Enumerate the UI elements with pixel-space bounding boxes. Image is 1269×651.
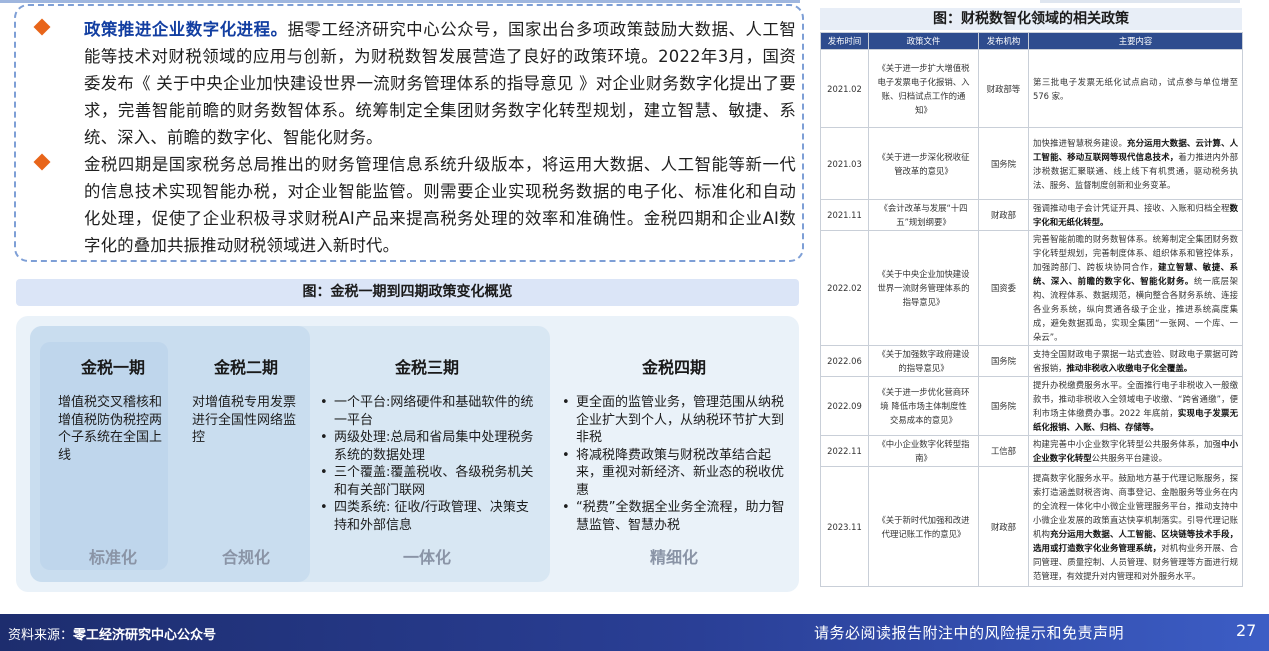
policy-table: 发布时间 政策文件 发布机构 主要内容 2021.02 《关于进一步扩大增值税电子… xyxy=(820,32,1243,587)
cell-document: 《关于进一步深化税收征管改革的意见》 xyxy=(868,127,979,200)
phase-list: 更全面的监管业务，管理范围从纳税企业扩大到个人，从纳税环节扩大到非税 将减税降费… xyxy=(562,394,786,534)
source-value: 零工经济研究中心公众号 xyxy=(73,628,217,643)
cell-document: 《关于新时代加强和改进代理记账工作的意见》 xyxy=(868,466,979,587)
diagram-title: 图：金税一期到四期政策变化概览 xyxy=(16,279,799,306)
page-number: 27 xyxy=(1236,621,1257,640)
cell-document: 《中小企业数字化转型指南》 xyxy=(868,435,979,467)
list-item: 一个平台:网络硬件和基础软件的统一平台 xyxy=(320,394,534,429)
list-item: 更全面的监管业务，管理范围从纳税企业扩大到个人，从纳税环节扩大到非税 xyxy=(562,394,786,447)
report-page: 政策推进企业数字化进程。据零工经济研究中心公众号，国家出台多项政策鼓励大数据、人… xyxy=(0,0,1269,651)
table-row: 2022.09 《关于进一步优化营商环境 降低市场主体制度性交易成本的意见》 国务院… xyxy=(820,376,1243,436)
list-item: 三个覆盖:覆盖税收、各级税务机关和有关部门联网 xyxy=(320,464,534,499)
cell-date: 2022.06 xyxy=(820,345,869,377)
footer-bar: 资料来源：零工经济研究中心公众号 请务必阅读报告附注中的风险提示和免责声明 27 xyxy=(0,614,1269,651)
phase-4: 金税四期 更全面的监管业务，管理范围从纳税企业扩大到个人，从纳税环节扩大到非税 … xyxy=(562,354,786,534)
diamond-bullet-icon xyxy=(33,153,51,171)
cell-organization: 国务院 xyxy=(978,345,1029,377)
source-label: 资料来源： xyxy=(8,628,74,643)
content-segment: 公共服务平台建设。 xyxy=(1091,453,1167,463)
policy-text-box: 政策推进企业数字化进程。据零工经济研究中心公众号，国家出台多项政策鼓励大数据、人… xyxy=(14,4,804,262)
table-row: 2022.11 《中小企业数字化转型指南》 工信部 构建完善中小企业数字化转型公共服务… xyxy=(820,435,1243,467)
diamond-bullet-icon xyxy=(33,18,51,36)
table-row: 2023.11 《关于新时代加强和改进代理记账工作的意见》 财政部 提高数字化服务水平… xyxy=(820,466,1243,587)
table-header-row: 发布时间 政策文件 发布机构 主要内容 xyxy=(820,32,1243,50)
content-segment: 构建完善中小企业数字化转型公共服务体系，加强 xyxy=(1033,439,1222,449)
top-decor-line xyxy=(1040,0,1240,3)
bullet-lead: 政策推进企业数字化进程。 xyxy=(84,20,288,39)
cell-document: 《会计改革与发展“十四五”规划纲要》 xyxy=(868,199,979,231)
cell-date: 2021.02 xyxy=(820,49,869,128)
table-row: 2022.06 《关于加强数字政府建设的指导意见》 国务院 支持全国财政电子票据一站式… xyxy=(820,345,1243,377)
column-header: 政策文件 xyxy=(868,32,979,50)
cell-date: 2022.02 xyxy=(820,230,869,346)
cell-content: 支持全国财政电子票据一站式查验、财政电子票据可跨省报销，推动非税收入收缴电子化全… xyxy=(1028,345,1243,377)
cell-organization: 财政部等 xyxy=(978,49,1029,128)
phase-title: 金税二期 xyxy=(213,358,278,377)
table-row: 2022.02 《关于中央企业加快建设世界一流财务管理体系的指导意见》 国资委 完善智… xyxy=(820,230,1243,346)
phase-description: 对增值税专用发票进行全国性网络监控 xyxy=(192,395,297,445)
list-item: 四类系统: 征收/行政管理、决策支持和外部信息 xyxy=(320,499,534,534)
cell-document: 《关于进一步优化营商环境 降低市场主体制度性交易成本的意见》 xyxy=(868,376,979,436)
table-row: 2021.02 《关于进一步扩大增值税电子发票电子化报销、入账、归档试点工作的通知… xyxy=(820,49,1243,128)
cell-content: 完善智能前瞻的财务数智体系。统筹制定全集团财务数字化转型规划，完善制度体系、组织… xyxy=(1028,230,1243,346)
phase-title: 金税四期 xyxy=(641,358,706,377)
source-note: 资料来源：零工经济研究中心公众号 xyxy=(8,624,216,643)
cell-organization: 国务院 xyxy=(978,376,1029,436)
phase-tag: 标准化 xyxy=(88,548,137,567)
list-item: 将减税降费政策与财税改革结合起来，重视对新经济、新业态的税收优惠 xyxy=(562,447,786,500)
cell-date: 2023.11 xyxy=(820,466,869,587)
cell-organization: 财政部 xyxy=(978,466,1029,587)
table-title: 图：财税数智化领域的相关政策 xyxy=(820,8,1242,30)
table-row: 2021.11 《会计改革与发展“十四五”规划纲要》 财政部 强调推动电子会计凭证开具… xyxy=(820,199,1243,231)
phase-2: 金税二期 对增值税专用发票进行全国性网络监控 xyxy=(192,354,300,447)
content-segment: 加快推进智慧税务建设。 xyxy=(1033,137,1128,148)
cell-organization: 国资委 xyxy=(978,230,1029,346)
top-decor-strip xyxy=(0,0,800,3)
bullet-paragraph: 政策推进企业数字化进程。据零工经济研究中心公众号，国家出台多项政策鼓励大数据、人… xyxy=(84,16,796,151)
cell-document: 《关于进一步扩大增值税电子发票电子化报销、入账、归档试点工作的通知》 xyxy=(868,49,979,128)
phase-description: 增值税交叉稽核和增值税防伪税控两个子系统在全国上线 xyxy=(58,395,163,463)
cell-date: 2022.09 xyxy=(820,376,869,436)
cell-content: 第三批电子发票无纸化试点启动，试点参与单位增至 576 家。 xyxy=(1028,49,1243,128)
cell-content: 强调推动电子会计凭证开具、接收、入账和归档全程数字化和无纸化转型。 xyxy=(1028,199,1243,231)
column-header: 发布时间 xyxy=(820,32,869,50)
bullet-paragraph: 金税四期是国家税务总局推出的财务管理信息系统升级版本，将运用大数据、人工智能等新… xyxy=(84,151,796,259)
column-header: 发布机构 xyxy=(978,32,1029,50)
phase-title: 金税三期 xyxy=(394,358,459,377)
cell-document: 《关于中央企业加快建设世界一流财务管理体系的指导意见》 xyxy=(868,230,979,346)
cell-organization: 工信部 xyxy=(978,435,1029,467)
phase-list: 一个平台:网络硬件和基础软件的统一平台 两级处理:总局和省局集中处理税务系统的数… xyxy=(320,394,534,534)
bullet-item: 政策推进企业数字化进程。据零工经济研究中心公众号，国家出台多项政策鼓励大数据、人… xyxy=(33,16,796,151)
content-bold-segment: 推动非税收入收缴电子化全覆盖。 xyxy=(1066,363,1193,373)
content-segment: 第三批电子发票无纸化试点启动，试点参与单位增至 576 家。 xyxy=(1033,76,1238,101)
cell-content: 提高数字化服务水平。鼓励地方基于代理记账服务，探索打造涵盖财税咨询、商事登记、金… xyxy=(1028,466,1243,587)
phase-1: 金税一期 增值税交叉稽核和增值税防伪税控两个子系统在全国上线 xyxy=(58,354,168,464)
disclaimer-notice: 请务必阅读报告附注中的风险提示和免责声明 xyxy=(814,624,1125,642)
list-item: “税费”全数据全业务全流程，助力智慧监管、智慧办税 xyxy=(562,499,786,534)
bullet-body: 金税四期是国家税务总局推出的财务管理信息系统升级版本，将运用大数据、人工智能等新… xyxy=(84,155,796,255)
content-segment: 强调推动电子会计凭证开具、接收、入账和归档全程 xyxy=(1033,203,1230,213)
phase-3: 金税三期 一个平台:网络硬件和基础软件的统一平台 两级处理:总局和省局集中处理税… xyxy=(320,354,534,534)
phase-tag: 一体化 xyxy=(402,548,451,567)
cell-organization: 国务院 xyxy=(978,127,1029,200)
bullet-body: 据零工经济研究中心公众号，国家出台多项政策鼓励大数据、人工智能等技术对财税领域的… xyxy=(84,20,797,147)
cell-date: 2021.03 xyxy=(820,127,869,200)
table-body: 2021.02 《关于进一步扩大增值税电子发票电子化报销、入账、归档试点工作的通知… xyxy=(820,49,1243,587)
cell-document: 《关于加强数字政府建设的指导意见》 xyxy=(868,345,979,377)
cell-content: 加快推进智慧税务建设。充分运用大数据、云计算、人工智能、移动互联网等现代信息技术… xyxy=(1028,127,1243,200)
phase-title: 金税一期 xyxy=(80,358,145,377)
table-row: 2021.03 《关于进一步深化税收征管改革的意见》 国务院 加快推进智慧税务建设。充… xyxy=(820,127,1243,200)
cell-date: 2021.11 xyxy=(820,199,869,231)
list-item: 两级处理:总局和省局集中处理税务系统的数据处理 xyxy=(320,429,534,464)
cell-content: 提升办税缴费服务水平。全面推行电子非税收入一般缴款书，推动非税收入全领域电子收缴… xyxy=(1028,376,1243,436)
phase-tag: 合规化 xyxy=(221,548,270,567)
cell-organization: 财政部 xyxy=(978,199,1029,231)
bullet-item: 金税四期是国家税务总局推出的财务管理信息系统升级版本，将运用大数据、人工智能等新… xyxy=(33,151,796,259)
golden-tax-phases-diagram: 金税一期 增值税交叉稽核和增值税防伪税控两个子系统在全国上线 标准化 金税二期 … xyxy=(16,316,799,592)
cell-content: 构建完善中小企业数字化转型公共服务体系，加强中小企业数字化转型公共服务平台建设。 xyxy=(1028,435,1243,467)
cell-date: 2022.11 xyxy=(820,435,869,467)
column-header: 主要内容 xyxy=(1028,32,1243,50)
phase-tag: 精细化 xyxy=(649,548,698,567)
